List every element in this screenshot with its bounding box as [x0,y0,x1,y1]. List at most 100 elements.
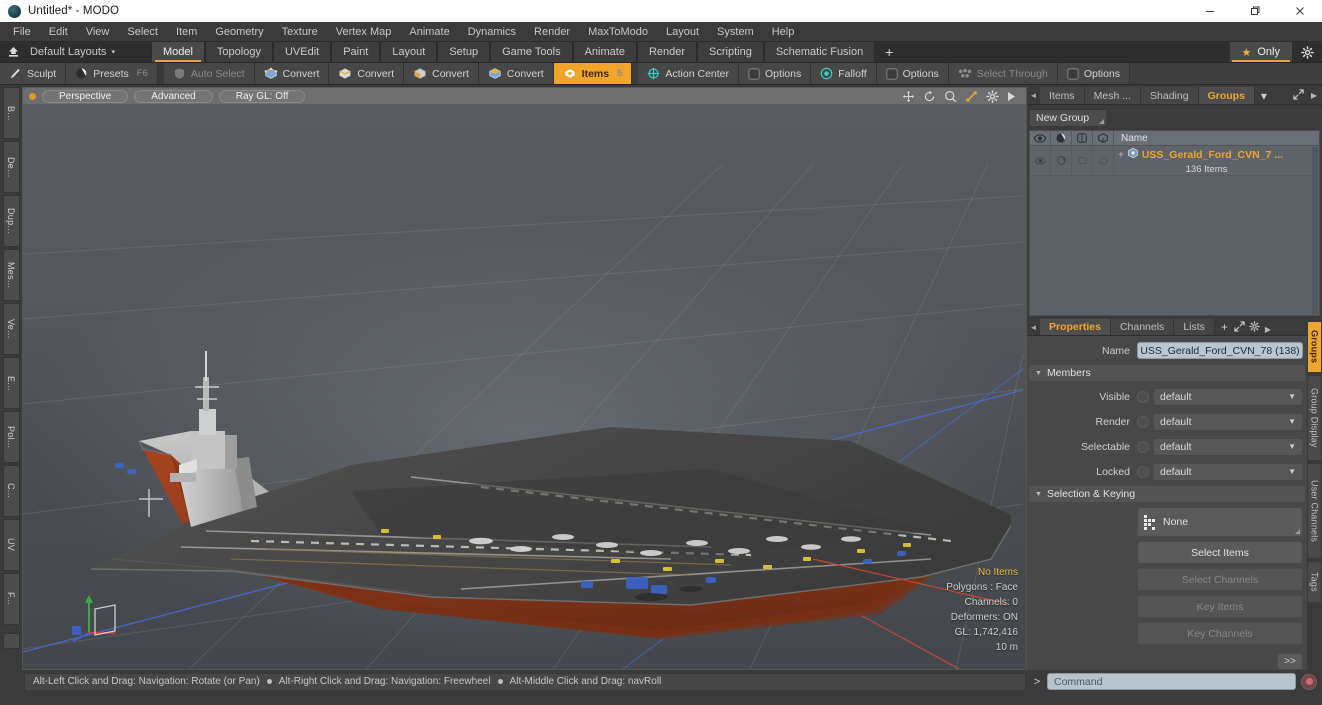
menu-geometry[interactable]: Geometry [206,24,272,40]
groups-tree-empty-area[interactable] [1030,176,1319,315]
only-toggle-button[interactable]: ★ Only [1229,42,1292,62]
layout-tab-schematic-fusion[interactable]: Schematic Fusion [763,42,876,62]
more-button[interactable]: >> [1277,653,1303,670]
row-render-toggle[interactable] [1051,146,1072,175]
layout-tab-layout[interactable]: Layout [380,42,438,62]
left-tab-2[interactable]: Dup... [2,195,20,247]
play-icon[interactable] [1007,91,1016,102]
selection-set-dropdown[interactable]: None [1137,507,1303,537]
panel-collapse-icon[interactable]: ◄ [1027,87,1040,104]
menu-layout[interactable]: Layout [657,24,708,40]
menu-render[interactable]: Render [525,24,579,40]
layout-home-icon[interactable] [0,42,26,62]
menu-item[interactable]: Item [167,24,206,40]
menu-dynamics[interactable]: Dynamics [459,24,525,40]
layout-tab-setup[interactable]: Setup [437,42,491,62]
left-tab-6[interactable]: Pol... [2,411,20,463]
toolbar-auto-select-2[interactable]: Auto Select [163,63,255,84]
restore-icon[interactable] [1232,0,1277,22]
groups-tree[interactable]: Name + USS_Gerald_Ford_CVN_7 ... 136 Ite… [1029,130,1320,316]
name-input[interactable]: USS_Gerald_Ford_CVN_78 (138) [1137,342,1303,359]
add-properties-tab-button[interactable]: + [1214,319,1234,335]
fit-icon[interactable] [965,90,978,103]
default-layouts-dropdown[interactable]: Default Layouts ▾ [26,42,123,62]
wireframe-icon[interactable] [1072,131,1093,145]
toolbar-options-11[interactable]: Options [876,63,949,84]
toolbar-convert-5[interactable]: Convert [404,63,479,84]
menu-file[interactable]: File [4,24,40,40]
member-enable-toggle[interactable] [1137,415,1149,428]
menu-view[interactable]: View [77,24,119,40]
move-icon[interactable] [902,90,915,103]
member-selectable-dropdown[interactable]: default ▼ [1153,437,1303,456]
layout-tab-animate[interactable]: Animate [572,42,637,62]
menu-system[interactable]: System [708,24,763,40]
record-icon[interactable] [1301,673,1317,690]
viewport-projection-selector[interactable]: Perspective [42,89,129,103]
viewport-shading-selector[interactable]: Advanced [134,89,213,103]
menu-edit[interactable]: Edit [40,24,77,40]
side-tab-tags[interactable]: Tags [1307,561,1322,603]
viewport-raygl-selector[interactable]: Ray GL: Off [218,89,306,103]
popout-icon[interactable] [1293,87,1304,105]
member-visible-dropdown[interactable]: default ▼ [1153,387,1303,406]
left-tab-3[interactable]: Mes... [2,249,20,301]
properties-gear-icon[interactable] [1249,319,1264,336]
toolbar-falloff-10[interactable]: Falloff [811,63,877,84]
toolbar-presets-1[interactable]: Presets F6 [66,63,158,84]
layout-tab-paint[interactable]: Paint [331,42,381,62]
row-wireframe-toggle[interactable] [1072,146,1093,175]
menu-vertex-map[interactable]: Vertex Map [327,24,401,40]
table-row[interactable]: + USS_Gerald_Ford_CVN_7 ... 136 Items [1030,146,1319,176]
left-tab-5[interactable]: E... [2,357,20,409]
row-shaded-toggle[interactable] [1093,146,1114,175]
rotate-icon[interactable] [923,89,936,103]
menu-maxtomodo[interactable]: MaxToModo [579,24,657,40]
left-tab-7[interactable]: C... [2,465,20,517]
select-items-button[interactable]: Select Items [1137,541,1303,564]
member-enable-toggle[interactable] [1137,465,1149,478]
menu-animate[interactable]: Animate [400,24,458,40]
left-tab-9[interactable]: F... [2,573,20,625]
shaded-icon[interactable] [1093,131,1114,145]
new-group-button[interactable]: New Group [1029,109,1107,127]
expand-icon[interactable]: + [1118,150,1124,161]
toolbar-options-9[interactable]: Options [739,63,812,84]
command-input[interactable]: Command [1047,673,1296,690]
menu-help[interactable]: Help [763,24,804,40]
member-render-dropdown[interactable]: default ▼ [1153,412,1303,431]
eye-icon[interactable] [1030,131,1051,145]
close-icon[interactable] [1277,0,1322,22]
layout-settings-gear-icon[interactable] [1292,42,1322,62]
left-toolbox-collapse-button[interactable] [2,633,20,649]
properties-menu-chevron-icon[interactable]: ▶ [1265,325,1271,334]
tab-shading[interactable]: Shading [1141,87,1199,104]
layout-tab-render[interactable]: Render [636,42,698,62]
layout-tab-game-tools[interactable]: Game Tools [490,42,573,62]
zoom-icon[interactable] [944,90,957,103]
left-tab-4[interactable]: Ve... [2,303,20,355]
render-icon[interactable] [1051,131,1072,145]
member-enable-toggle[interactable] [1137,390,1149,403]
group-row-content[interactable]: + USS_Gerald_Ford_CVN_7 ... 136 Items [1114,146,1319,175]
left-tab-0[interactable]: B... [2,87,20,139]
properties-collapse-icon[interactable]: ◄ [1027,319,1040,335]
member-enable-toggle[interactable] [1137,440,1149,453]
left-tab-1[interactable]: De... [2,141,20,193]
members-section-header[interactable]: ▼ Members [1029,365,1305,381]
viewport-3d[interactable]: No Items Polygons : Face Channels: 0 Def… [22,104,1027,670]
layout-tab-model[interactable]: Model [150,42,205,62]
member-locked-dropdown[interactable]: default ▼ [1153,462,1303,481]
toolbar-convert-3[interactable]: Convert [254,63,330,84]
toolbar-convert-6[interactable]: Convert [478,63,554,84]
toolbar-options-13[interactable]: Options [1057,63,1131,84]
toolbar-action-center-8[interactable]: Action Center [638,63,740,84]
panel-menu-chevron-icon[interactable]: ▶ [1311,91,1317,100]
viewport-gear-icon[interactable] [986,89,999,103]
add-layout-tab-button[interactable]: + [875,42,904,62]
layout-tab-topology[interactable]: Topology [204,42,273,62]
row-eye-toggle[interactable] [1030,146,1051,175]
minimize-icon[interactable] [1187,0,1232,22]
toolbar-sculpt-0[interactable]: Sculpt [0,63,67,84]
tab-channels[interactable]: Channels [1110,319,1175,335]
